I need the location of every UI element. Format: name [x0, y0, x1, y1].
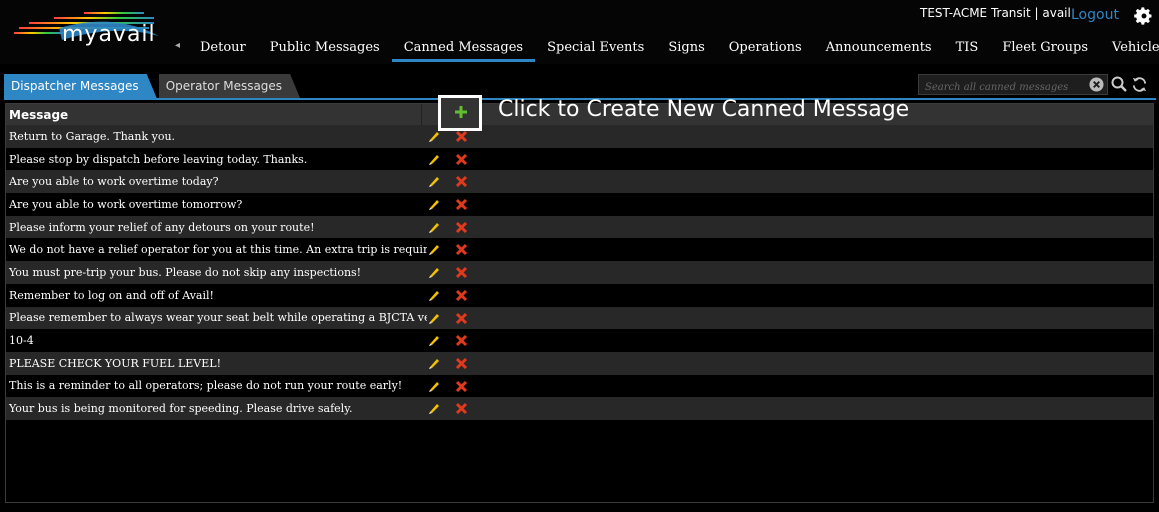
nav-item-fleet-groups[interactable]: Fleet Groups — [990, 38, 1100, 62]
logo-text: myavail — [62, 22, 156, 47]
table-row[interactable]: PLEASE CHECK YOUR FUEL LEVEL! — [6, 351, 1153, 375]
x-icon[interactable] — [455, 402, 468, 415]
table-row[interactable]: We do not have a relief operator for you… — [6, 238, 1153, 262]
x-icon[interactable] — [455, 221, 468, 234]
table-row[interactable]: Please inform your relief of any detours… — [6, 215, 1153, 239]
main-nav: Detour Public Messages Canned Messages Spec… — [188, 38, 1159, 62]
nav-item-label: Signs — [668, 40, 705, 55]
message-tabs: Dispatcher Messages Operator Messages — [4, 74, 302, 98]
nav-item-label: TIS — [955, 40, 979, 55]
nav-item-signs[interactable]: Signs — [656, 38, 716, 62]
pencil-icon[interactable] — [427, 356, 441, 370]
nav-item-label: Announcements — [825, 40, 932, 55]
table-row[interactable]: Your bus is being monitored for speeding… — [6, 397, 1153, 420]
pencil-icon[interactable] — [427, 333, 441, 347]
table-row[interactable]: You must pre-trip your bus. Please do no… — [6, 261, 1153, 284]
nav-item-tis[interactable]: TIS — [944, 38, 991, 62]
table-body: Return to Garage. Thank you. Please stop … — [6, 125, 1153, 420]
nav-item-label: Special Events — [547, 40, 645, 55]
message-text: Are you able to work overtime today? — [9, 175, 219, 189]
table-row[interactable]: This is a reminder to all operators; ple… — [6, 374, 1153, 398]
pencil-icon[interactable] — [427, 152, 441, 166]
search-box — [918, 74, 1108, 97]
x-icon[interactable] — [455, 312, 468, 325]
table-row[interactable]: Please stop by dispatch before leaving t… — [6, 147, 1153, 171]
x-icon[interactable] — [455, 153, 468, 166]
x-icon[interactable] — [455, 198, 468, 211]
message-text: Please inform your relief of any detours… — [9, 220, 315, 234]
table-row[interactable]: Are you able to work overtime tomorrow? — [6, 193, 1153, 216]
pencil-icon[interactable] — [427, 288, 441, 302]
nav-item-public-messages[interactable]: Public Messages — [258, 38, 392, 62]
table-row[interactable]: 10-4 — [6, 329, 1153, 352]
pencil-icon[interactable] — [427, 129, 441, 143]
pencil-icon[interactable] — [427, 174, 441, 188]
nav-item-label: Fleet Groups — [1002, 40, 1089, 55]
search-input[interactable] — [919, 78, 1091, 97]
gear-icon[interactable] — [1134, 6, 1154, 26]
search-icon[interactable] — [1111, 76, 1127, 92]
add-message-highlight — [438, 95, 482, 131]
nav-item-special-events[interactable]: Special Events — [535, 38, 656, 62]
nav-item-label: Vehicle — [1112, 40, 1159, 55]
tab-operator-messages[interactable]: Operator Messages — [159, 74, 300, 98]
nav-item-label: Public Messages — [269, 40, 380, 55]
x-icon[interactable] — [455, 334, 468, 347]
pencil-icon[interactable] — [427, 220, 441, 234]
app-header: myavail ◂ Detour Public Messages Canned Me… — [0, 0, 1159, 64]
message-text: Are you able to work overtime tomorrow? — [9, 197, 243, 211]
message-text: Remember to log on and off of Avail! — [9, 288, 214, 302]
table-row[interactable]: Return to Garage. Thank you. — [6, 125, 1153, 148]
nav-scroll-left-icon[interactable]: ◂ — [175, 40, 180, 51]
tab-dispatcher-messages[interactable]: Dispatcher Messages — [4, 74, 157, 98]
message-text: We do not have a relief operator for you… — [9, 243, 427, 257]
nav-item-detour[interactable]: Detour — [188, 38, 258, 62]
pencil-icon[interactable] — [427, 242, 441, 256]
user-info: TEST-ACME Transit | avail — [920, 6, 1071, 20]
message-text: Return to Garage. Thank you. — [9, 129, 176, 143]
message-text: This is a reminder to all operators; ple… — [9, 379, 403, 393]
x-icon[interactable] — [455, 243, 468, 256]
nav-item-canned-messages[interactable]: Canned Messages — [391, 38, 536, 62]
clear-search-icon[interactable] — [1089, 77, 1104, 92]
message-text: Please remember to always wear your seat… — [9, 311, 427, 325]
message-text: 10-4 — [9, 334, 34, 348]
pencil-icon[interactable] — [427, 265, 441, 279]
x-icon[interactable] — [455, 380, 468, 393]
table-row[interactable]: Remember to log on and off of Avail! — [6, 283, 1153, 307]
column-header-message[interactable]: Message — [6, 108, 421, 122]
x-icon[interactable] — [455, 266, 468, 279]
pencil-icon[interactable] — [427, 311, 441, 325]
message-text: Your bus is being monitored for speeding… — [9, 402, 353, 416]
refresh-icon[interactable] — [1131, 76, 1148, 93]
nav-item-label: Operations — [728, 40, 802, 55]
pencil-icon[interactable] — [427, 379, 441, 393]
pencil-icon[interactable] — [427, 197, 441, 211]
logout-link[interactable]: Logout — [1071, 7, 1119, 23]
column-divider — [421, 104, 422, 125]
nav-item-label: Canned Messages — [403, 40, 524, 55]
table-row[interactable]: Are you able to work overtime today? — [6, 170, 1153, 194]
callout-text: Click to Create New Canned Message — [498, 97, 910, 122]
x-icon[interactable] — [455, 289, 468, 302]
message-text: You must pre-trip your bus. Please do no… — [9, 265, 362, 279]
nav-item-operations[interactable]: Operations — [717, 38, 814, 62]
nav-item-announcements[interactable]: Announcements — [814, 38, 944, 62]
x-icon[interactable] — [455, 130, 468, 143]
pencil-icon[interactable] — [427, 401, 441, 415]
table-row[interactable]: Please remember to always wear your seat… — [6, 306, 1153, 330]
x-icon[interactable] — [455, 175, 468, 188]
nav-item-label: Detour — [200, 40, 246, 55]
nav-item-vehicle[interactable]: Vehicle▸ — [1100, 38, 1159, 62]
plus-icon[interactable] — [454, 105, 468, 119]
x-icon[interactable] — [455, 357, 468, 370]
message-text: PLEASE CHECK YOUR FUEL LEVEL! — [9, 356, 222, 370]
canned-messages-table: Message Return to Garage. Thank you. Plea… — [5, 103, 1154, 503]
message-text: Please stop by dispatch before leaving t… — [9, 152, 308, 166]
